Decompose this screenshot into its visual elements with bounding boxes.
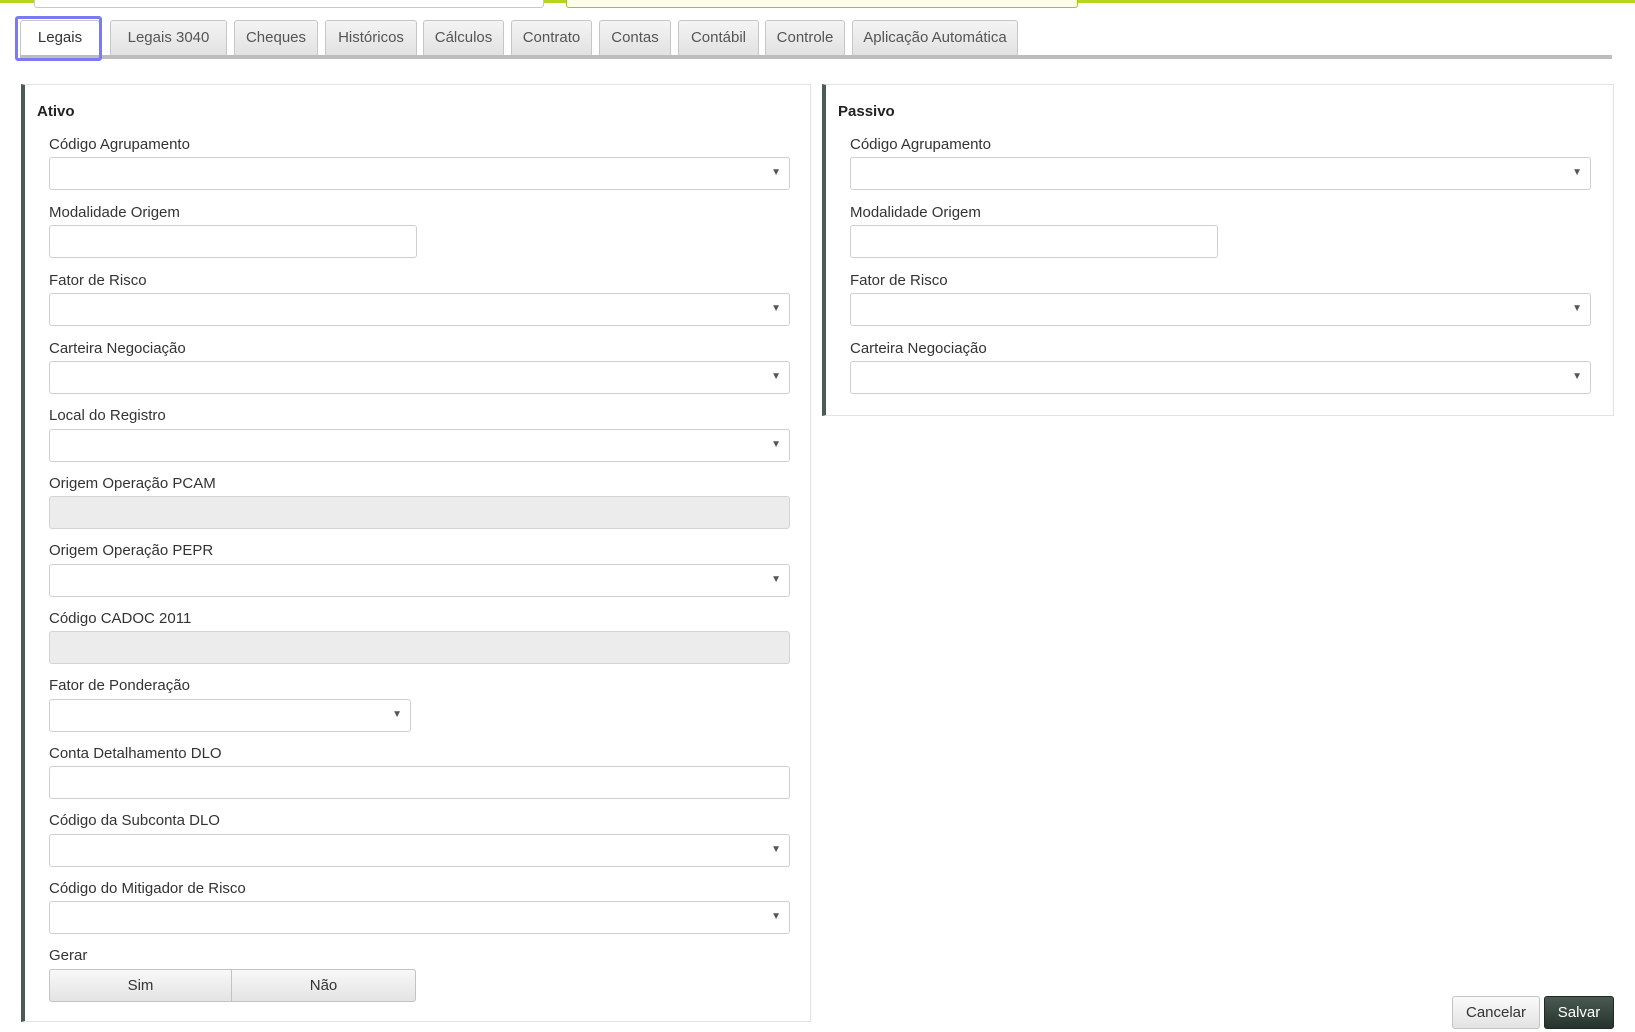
select-fator-de-risco[interactable]: ▼ [49, 293, 790, 326]
tab-aplicacao-automatica[interactable]: Aplicação Automática [852, 20, 1018, 56]
select-local-do-registro[interactable]: ▼ [49, 429, 790, 462]
caret-down-icon: ▼ [1572, 303, 1582, 314]
label-conta-detalhamento-dlo: Conta Detalhamento DLO [49, 745, 222, 762]
label-origem-operacao-pepr: Origem Operação PEPR [49, 542, 214, 559]
caret-down-icon: ▼ [771, 439, 781, 450]
select-codigo-do-mitigador-de-risco[interactable]: ▼ [49, 901, 790, 934]
label-modalidade-origem: Modalidade Origem [850, 204, 981, 221]
tab-bar: Legais Legais 3040 Cheques Históricos Cá… [20, 20, 1612, 60]
tab-contabil[interactable]: Contábil [678, 20, 759, 56]
label-carteira-negociacao: Carteira Negociação [49, 340, 186, 357]
caret-down-icon: ▼ [771, 844, 781, 855]
tab-cheques[interactable]: Cheques [234, 20, 318, 56]
tab-legais-3040[interactable]: Legais 3040 [110, 20, 227, 56]
select-codigo-agrupamento[interactable]: ▼ [49, 157, 790, 190]
caret-down-icon: ▼ [771, 911, 781, 922]
caret-down-icon: ▼ [1572, 371, 1582, 382]
label-local-do-registro: Local do Registro [49, 407, 166, 424]
label-carteira-negociacao: Carteira Negociação [850, 340, 987, 357]
label-fator-de-ponderacao: Fator de Ponderação [49, 677, 190, 694]
input-codigo-cadoc-2011 [49, 631, 790, 664]
panel-title-passivo: Passivo [838, 103, 895, 120]
select-carteira-negociacao[interactable]: ▼ [49, 361, 790, 394]
label-codigo-agrupamento: Código Agrupamento [49, 136, 190, 153]
tab-contas[interactable]: Contas [599, 20, 671, 56]
label-codigo-cadoc-2011: Código CADOC 2011 [49, 610, 192, 627]
tab-historicos[interactable]: Históricos [325, 20, 417, 56]
tab-contrato[interactable]: Contrato [511, 20, 592, 56]
input-modalidade-origem[interactable] [49, 225, 417, 258]
caret-down-icon: ▼ [771, 303, 781, 314]
select-fator-de-ponderacao[interactable]: ▼ [49, 699, 411, 732]
select-codigo-da-subconta-dlo[interactable]: ▼ [49, 834, 790, 867]
gerar-sim-button[interactable]: Sim [49, 969, 232, 1002]
tab-calculos[interactable]: Cálculos [423, 20, 504, 56]
save-button[interactable]: Salvar [1544, 996, 1614, 1029]
input-origem-operacao-pcam [49, 496, 790, 529]
tab-controle[interactable]: Controle [765, 20, 845, 56]
cancel-button[interactable]: Cancelar [1452, 996, 1540, 1029]
select-fator-de-risco[interactable]: ▼ [850, 293, 1591, 326]
caret-down-icon: ▼ [771, 167, 781, 178]
input-conta-detalhamento-dlo[interactable] [49, 766, 790, 799]
panel-passivo: Passivo Código Agrupamento ▼ Modalidade … [822, 84, 1614, 416]
input-modalidade-origem[interactable] [850, 225, 1218, 258]
tab-bar-underline [20, 55, 1612, 59]
caret-down-icon: ▼ [771, 574, 781, 585]
select-codigo-agrupamento[interactable]: ▼ [850, 157, 1591, 190]
label-gerar: Gerar [49, 947, 88, 964]
panel-ativo: Ativo Código Agrupamento ▼ Modalidade Or… [21, 84, 811, 1022]
label-codigo-do-mitigador-de-risco: Código do Mitigador de Risco [49, 880, 246, 897]
top-field-right[interactable] [566, 0, 1078, 8]
top-field-left[interactable] [34, 0, 544, 8]
select-origem-operacao-pepr[interactable]: ▼ [49, 564, 790, 597]
label-codigo-agrupamento: Código Agrupamento [850, 136, 991, 153]
label-codigo-da-subconta-dlo: Código da Subconta DLO [49, 812, 220, 829]
label-modalidade-origem: Modalidade Origem [49, 204, 180, 221]
caret-down-icon: ▼ [1572, 167, 1582, 178]
label-fator-de-risco: Fator de Risco [850, 272, 948, 289]
caret-down-icon: ▼ [771, 371, 781, 382]
panel-title-ativo: Ativo [37, 103, 75, 120]
tab-legais[interactable]: Legais [20, 20, 100, 60]
select-carteira-negociacao[interactable]: ▼ [850, 361, 1591, 394]
gerar-nao-button[interactable]: Não [232, 969, 416, 1002]
caret-down-icon: ▼ [392, 709, 402, 720]
label-origem-operacao-pcam: Origem Operação PCAM [49, 475, 216, 492]
label-fator-de-risco: Fator de Risco [49, 272, 147, 289]
